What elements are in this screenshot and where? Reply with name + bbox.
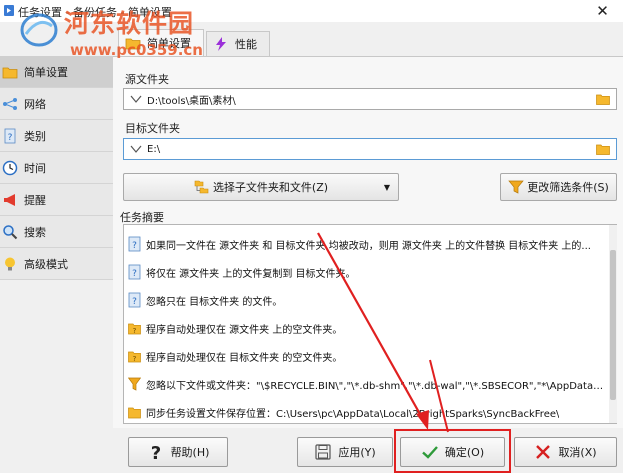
- network-icon: [3, 97, 17, 110]
- list-item-text: 将仅在 源文件夹 上的文件复制到 目标文件夹。: [146, 268, 356, 280]
- folder-icon: [2, 67, 18, 78]
- scrollbar-thumb[interactable]: [610, 250, 616, 400]
- help-label: 帮助(H): [170, 446, 210, 459]
- chevron-down-icon: [130, 145, 142, 153]
- svg-text:?: ?: [132, 297, 137, 307]
- save-disk-icon: [315, 444, 331, 460]
- clock-icon: [2, 160, 18, 175]
- summary-label: 任务摘要: [120, 211, 164, 224]
- document-question-icon: ?: [128, 292, 141, 308]
- list-item: ? 程序自动处理仅在 目标文件夹 的空文件夹。: [124, 342, 604, 370]
- sidebar-item-advanced-mode[interactable]: 高级模式: [0, 248, 113, 280]
- source-folder-combo[interactable]: D:\tools\桌面\素材\: [123, 88, 617, 110]
- sidebar: 简单设置 网络 ? 类别 时间 提醒 搜索 高级模式: [0, 56, 113, 356]
- lightning-icon: [216, 37, 226, 51]
- cancel-label: 取消(X): [558, 446, 597, 459]
- folder-tree-icon: [194, 180, 209, 194]
- cancel-button[interactable]: 取消(X): [514, 437, 617, 467]
- svg-text:?: ?: [132, 269, 137, 279]
- sidebar-item-label: 网络: [24, 97, 46, 111]
- list-item-text: 如果同一文件在 源文件夹 和 目标文件夹 均被改动，则用 源文件夹 上的文件替换…: [146, 240, 591, 252]
- list-item-text: 忽略只在 目标文件夹 的文件。: [146, 296, 283, 308]
- document-question-icon: ?: [4, 128, 16, 143]
- sidebar-item-label: 简单设置: [24, 65, 68, 79]
- chevron-down-icon: [130, 95, 142, 103]
- sidebar-item-label: 类别: [24, 129, 46, 143]
- destination-folder-value: E:\: [147, 143, 161, 155]
- sidebar-item-category[interactable]: ? 类别: [0, 120, 113, 152]
- list-item: ? 程序自动处理仅在 源文件夹 上的空文件夹。: [124, 314, 604, 342]
- list-item: ? 将仅在 源文件夹 上的文件复制到 目标文件夹。: [124, 258, 604, 286]
- ok-button-highlight: [394, 429, 511, 473]
- megaphone-icon: [4, 193, 15, 206]
- sidebar-item-time[interactable]: 时间: [0, 152, 113, 184]
- folder-icon: [128, 407, 141, 419]
- tab-label: 性能: [235, 38, 257, 51]
- list-item: ? 忽略只在 目标文件夹 的文件。: [124, 286, 604, 314]
- sidebar-item-label: 时间: [24, 161, 46, 175]
- folder-icon[interactable]: [596, 93, 610, 105]
- list-item-text: 同步任务设置文件保存位置：C:\Users\pc\AppData\Local\2…: [146, 408, 560, 420]
- list-item: ? 如果同一文件在 源文件夹 和 目标文件夹 均被改动，则用 源文件夹 上的文件…: [124, 230, 604, 258]
- svg-text:?: ?: [8, 133, 13, 143]
- folder-question-icon: ?: [128, 351, 141, 363]
- lightbulb-icon: [5, 257, 15, 270]
- close-icon: ✕: [596, 2, 609, 20]
- folder-question-icon: ?: [128, 323, 141, 335]
- folder-icon[interactable]: [596, 143, 610, 155]
- list-item-text: 忽略以下文件或文件夹："\$RECYCLE.BIN\","\*.db-shm",…: [146, 380, 604, 392]
- cancel-x-icon: [536, 445, 551, 459]
- watermark-logo-icon: [20, 13, 58, 47]
- destination-folder-label: 目标文件夹: [125, 122, 180, 135]
- list-item-text: 程序自动处理仅在 目标文件夹 的空文件夹。: [146, 352, 343, 364]
- sidebar-item-reminder[interactable]: 提醒: [0, 184, 113, 216]
- select-subfolders-button[interactable]: 选择子文件夹和文件(Z) ▼: [123, 173, 399, 201]
- watermark-brand: 河东软件园: [64, 9, 195, 38]
- select-subfolders-label: 选择子文件夹和文件(Z): [212, 181, 329, 194]
- close-button[interactable]: ✕: [582, 0, 623, 22]
- sidebar-item-label: 高级模式: [24, 257, 68, 271]
- list-item-text: 程序自动处理仅在 源文件夹 上的空文件夹。: [146, 324, 343, 336]
- filter-icon: [508, 180, 524, 194]
- svg-text:?: ?: [133, 327, 137, 335]
- svg-text:?: ?: [133, 355, 137, 363]
- document-question-icon: ?: [128, 236, 141, 252]
- list-item: 忽略以下文件或文件夹："\$RECYCLE.BIN\","\*.db-shm",…: [124, 370, 604, 398]
- source-folder-label: 源文件夹: [125, 73, 169, 86]
- question-mark-icon: ?: [150, 443, 160, 461]
- source-folder-value: D:\tools\桌面\素材\: [147, 95, 236, 107]
- app-icon: [4, 5, 14, 16]
- magnifier-icon: [3, 224, 18, 239]
- svg-text:?: ?: [132, 241, 137, 251]
- task-summary-list[interactable]: ? 如果同一文件在 源文件夹 和 目标文件夹 均被改动，则用 源文件夹 上的文件…: [123, 224, 617, 424]
- dropdown-arrow-icon: ▼: [383, 182, 390, 192]
- sidebar-item-label: 搜索: [24, 225, 46, 239]
- document-question-icon: ?: [128, 264, 141, 280]
- sidebar-item-label: 提醒: [24, 193, 46, 207]
- filter-icon: [128, 377, 141, 391]
- help-button[interactable]: ? 帮助(H): [128, 437, 228, 467]
- svg-text:?: ?: [150, 443, 160, 461]
- change-filter-label: 更改筛选条件(S): [527, 181, 609, 194]
- watermark-url: www.pc0359.cn: [70, 41, 203, 59]
- tab-performance[interactable]: 性能: [206, 31, 270, 56]
- apply-label: 应用(Y): [338, 446, 376, 459]
- destination-folder-combo[interactable]: E:\: [123, 138, 617, 160]
- sidebar-item-network[interactable]: 网络: [0, 88, 113, 120]
- sidebar-item-simple-settings[interactable]: 简单设置: [0, 56, 113, 88]
- sidebar-item-search[interactable]: 搜索: [0, 216, 113, 248]
- apply-button[interactable]: 应用(Y): [297, 437, 393, 467]
- change-filter-button[interactable]: 更改筛选条件(S): [500, 173, 617, 201]
- list-item: 同步任务设置文件保存位置：C:\Users\pc\AppData\Local\2…: [124, 398, 604, 423]
